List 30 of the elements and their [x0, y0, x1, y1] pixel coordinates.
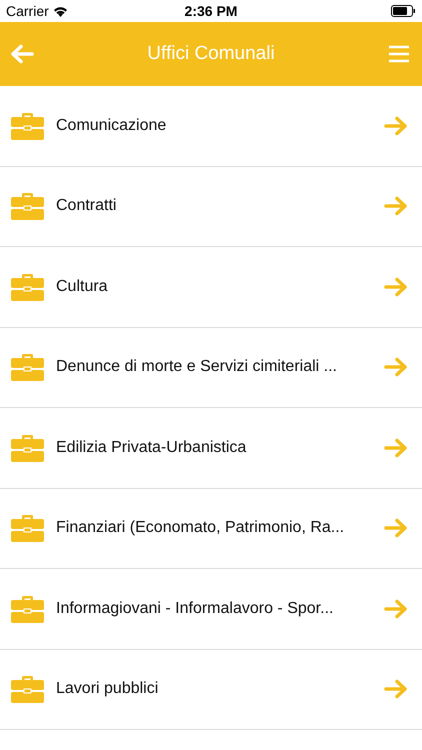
briefcase-icon [11, 272, 44, 301]
briefcase-icon [11, 192, 44, 220]
carrier-label: Carrier [6, 2, 49, 20]
battery-icon [391, 5, 416, 17]
item-label: Comunicazione [55, 116, 166, 136]
briefcase-icon [11, 353, 44, 382]
arrow-right-icon [384, 116, 408, 136]
briefcase-icon [11, 675, 44, 704]
item-label: Informagiovani - Informalavoro - Spor... [55, 598, 334, 619]
wifi-icon [52, 6, 68, 16]
item-label: Edilizia Privata-Urbanistica [55, 438, 246, 458]
item-label: Lavori pubblici [55, 679, 158, 700]
screen-title: Uffici Comunali [147, 42, 275, 66]
item-label: Denunce di morte e Servizi cimiteriali ... [55, 357, 337, 378]
arrow-right-icon [384, 276, 408, 297]
briefcase-icon [11, 112, 44, 140]
time-label: 2:36 PM [184, 2, 238, 18]
briefcase-icon [11, 434, 44, 462]
arrow-right-icon [384, 598, 408, 619]
arrow-right-icon [384, 196, 408, 216]
briefcase-icon [11, 514, 44, 542]
arrow-right-icon [384, 679, 408, 700]
arrow-right-icon [384, 438, 408, 458]
item-label: Contratti [55, 196, 116, 216]
back-button[interactable] [8, 42, 36, 66]
arrow-right-icon [384, 357, 408, 378]
arrow-right-icon [384, 518, 408, 538]
briefcase-icon [11, 594, 44, 623]
item-label: Finanziari (Economato, Patrimonio, Ra... [55, 518, 344, 538]
item-label: Cultura [55, 276, 108, 297]
